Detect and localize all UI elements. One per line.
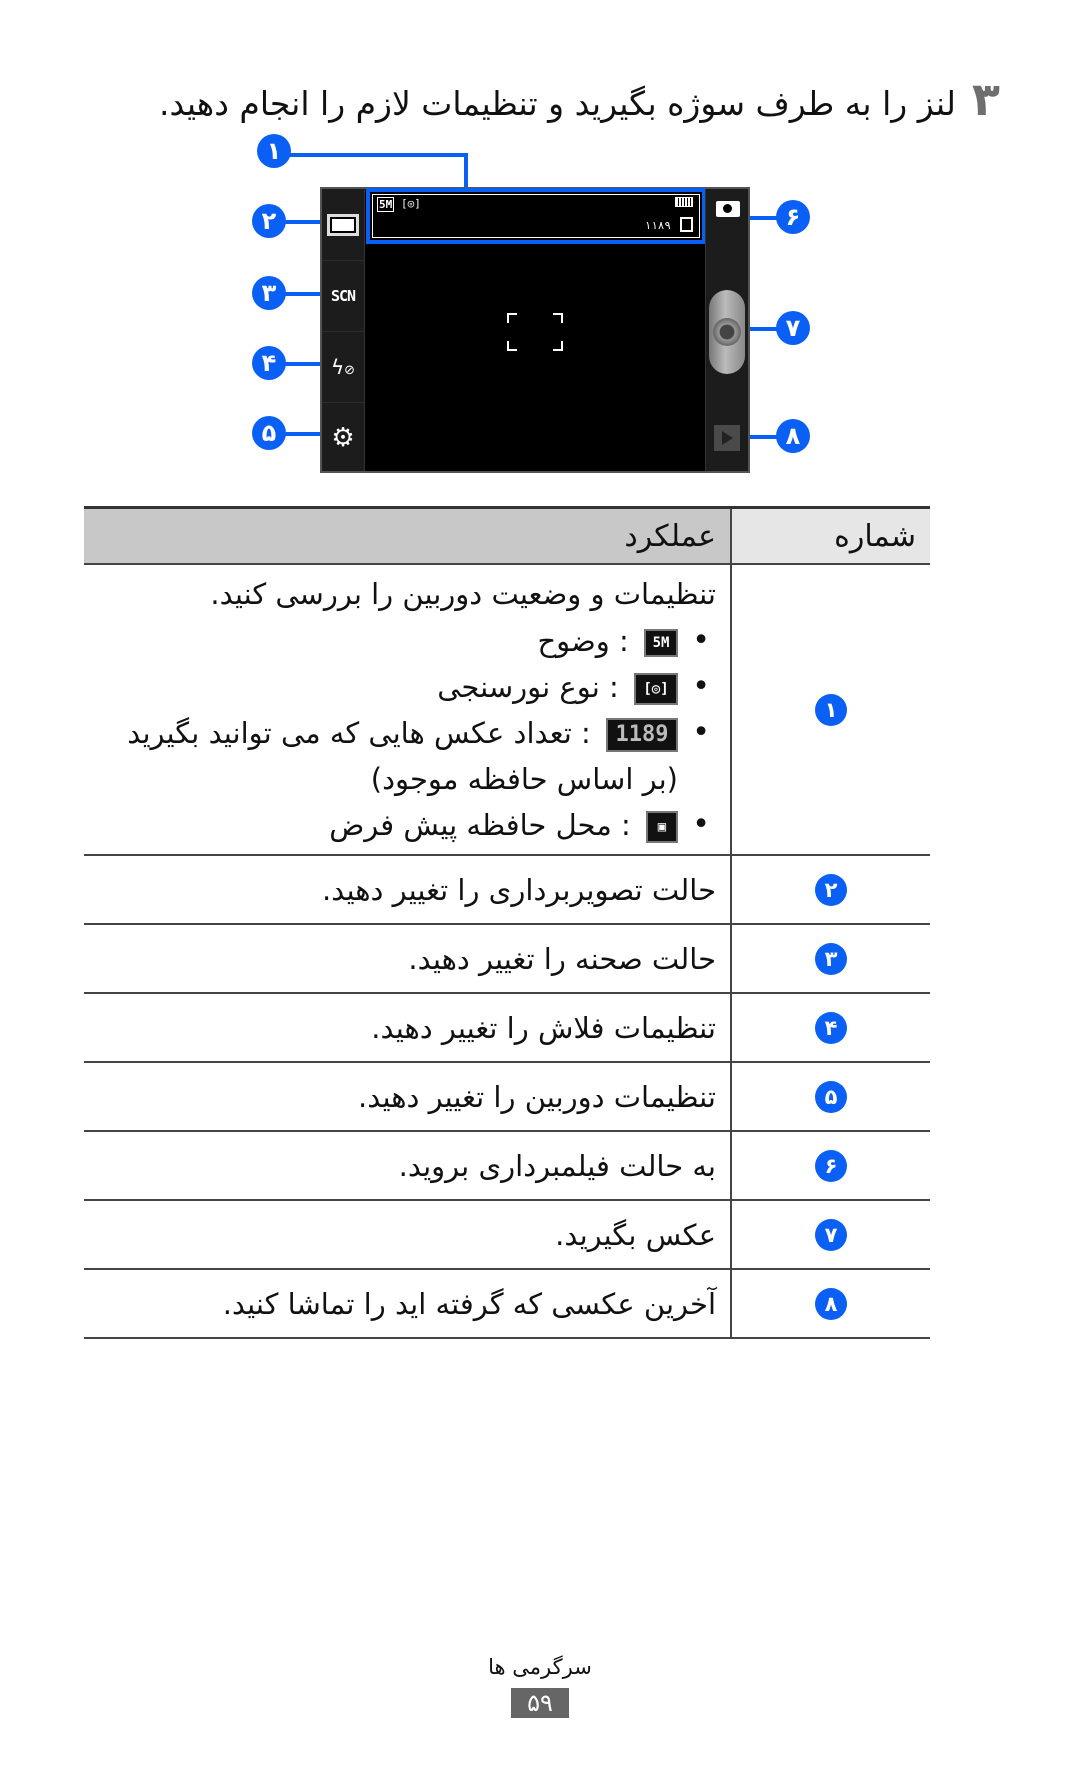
row-function-text: تنظیمات فلاش را تغییر دهید. — [371, 1010, 716, 1045]
callout-4-line — [285, 362, 325, 366]
table-row: ۴ تنظیمات فلاش را تغییر دهید. — [84, 993, 930, 1062]
bullet-text: : تعداد عکس هایی که می توانید بگیرید — [127, 716, 591, 750]
bullet-text-continuation: (بر اساس حافظه موجود) — [370, 762, 678, 796]
bullet-item: 1189 : تعداد عکس هایی که می توانید بگیری… — [94, 710, 716, 802]
table-row: ۱ تنظیمات و وضعیت دوربین را بررسی کنید. … — [84, 564, 930, 855]
callout-1-line — [290, 153, 467, 157]
callout-5: ۵ — [252, 416, 286, 450]
footer-section-title: سرگرمی ها — [488, 1655, 592, 1679]
shooting-mode-button[interactable] — [322, 189, 364, 261]
row-function-text: آخرین عکسی که گرفته اید را تماشا کنید. — [222, 1286, 716, 1321]
row-number-badge: ۱ — [815, 693, 847, 726]
table-row: ۷ عکس بگیرید. — [84, 1200, 930, 1269]
preview-button[interactable] — [714, 425, 740, 451]
focus-frame — [507, 313, 563, 351]
bullet-text: : نوع نورسنجی — [437, 670, 619, 704]
storage-icon — [680, 217, 693, 232]
row-function-text: تنظیمات دوربین را تغییر دهید. — [358, 1079, 716, 1114]
table-row: ۵ تنظیمات دوربین را تغییر دهید. — [84, 1062, 930, 1131]
bullet-text: : وضوح — [537, 624, 629, 658]
callout-2: ۲ — [252, 204, 286, 238]
flash-off-icon: ϟ⊘ — [330, 354, 356, 379]
row-function-text: حالت صحنه را تغییر دهید. — [408, 941, 716, 976]
callout-6: ۶ — [776, 200, 810, 234]
step-number: ۳ — [971, 72, 1000, 126]
callout-6-line — [745, 216, 779, 220]
callout-3: ۳ — [252, 276, 286, 310]
row-number-badge: ۷ — [815, 1218, 847, 1251]
battery-icon — [675, 197, 693, 207]
status-bullet-list: 5M : وضوح [◎] : نوع نورسنجی 1189 : تعداد… — [94, 618, 716, 848]
row-number-badge: ۵ — [815, 1080, 847, 1113]
callout-8-line — [745, 435, 779, 439]
settings-gear-icon: ⚙ — [331, 422, 355, 453]
storage-location-icon: ▣ — [646, 811, 678, 843]
camera-mode-switch[interactable] — [716, 201, 740, 217]
shutter-button-icon — [713, 318, 741, 346]
row-intro-text: تنظیمات و وضعیت دوربین را بررسی کنید. — [210, 577, 716, 611]
resolution-5m-icon: 5M — [644, 629, 678, 657]
table-row: ۳ حالت صحنه را تغییر دهید. — [84, 924, 930, 993]
callout-1-line-drop — [464, 153, 468, 189]
camera-right-toolbar — [705, 189, 748, 471]
callout-8: ۸ — [776, 419, 810, 453]
callout-4: ۴ — [252, 346, 286, 380]
table-row: ۶ به حالت فیلمبرداری بروید. — [84, 1131, 930, 1200]
callout-5-line — [285, 432, 325, 436]
scene-mode-button[interactable]: SCN — [322, 260, 364, 332]
remaining-shots-counter: ۱۱۸۹ — [644, 219, 672, 232]
camera-mode-switch-icon — [723, 204, 732, 213]
row-number-badge: ۸ — [815, 1287, 847, 1320]
table-header-row: شماره عملکرد — [84, 507, 930, 564]
callout-2-line — [285, 220, 325, 224]
play-preview-icon — [721, 431, 733, 445]
resolution-indicator: 5M — [377, 197, 395, 212]
row-function-text: حالت تصویربرداری را تغییر دهید. — [322, 872, 716, 907]
bullet-item: ▣ : محل حافظه پیش فرض — [94, 802, 716, 848]
scene-mode-icon: SCN — [330, 286, 356, 305]
row-number-badge: ۶ — [815, 1149, 847, 1182]
callout-3-line — [285, 292, 325, 296]
settings-button[interactable]: ⚙ — [322, 402, 364, 473]
header-number: شماره — [730, 507, 930, 564]
bullet-item: [◎] : نوع نورسنجی — [94, 664, 716, 710]
callout-1: ۱ — [257, 134, 291, 168]
camera-left-toolbar: SCN ϟ⊘ ⚙ — [322, 189, 365, 471]
metering-indicator: [◎] — [401, 197, 421, 210]
status-indicator-box: 5M [◎] ۱۱۸۹ — [366, 188, 706, 244]
shot-count-icon: 1189 — [606, 718, 678, 752]
step-heading: ۳ لنز را به طرف سوژه بگیرید و تنظیمات لا… — [159, 72, 1000, 126]
table-row: ۸ آخرین عکسی که گرفته اید را تماشا کنید. — [84, 1269, 930, 1338]
shooting-mode-icon — [327, 213, 359, 236]
callout-7: ۷ — [776, 311, 810, 345]
row-function-text: عکس بگیرید. — [555, 1217, 716, 1252]
header-function: عملکرد — [84, 507, 731, 564]
row-number-badge: ۳ — [815, 942, 847, 975]
row-number-badge: ۴ — [815, 1011, 847, 1044]
page-number: ۵۹ — [511, 1688, 569, 1718]
camera-preview-screen: SCN ϟ⊘ ⚙ 5M [◎] ۱۱۸۹ — [320, 187, 750, 473]
flash-button[interactable]: ϟ⊘ — [322, 331, 364, 403]
function-table: شماره عملکرد ۱ تنظیمات و وضعیت دوربین را… — [84, 506, 930, 1339]
step-text: لنز را به طرف سوژه بگیرید و تنظیمات لازم… — [159, 84, 956, 123]
table-row: ۲ حالت تصویربرداری را تغییر دهید. — [84, 855, 930, 924]
shutter-button[interactable] — [709, 290, 745, 374]
row-number-badge: ۲ — [815, 873, 847, 906]
bullet-item: 5M : وضوح — [94, 618, 716, 664]
metering-icon: [◎] — [634, 673, 678, 705]
bullet-text: : محل حافظه پیش فرض — [329, 808, 631, 842]
row-function-text: به حالت فیلمبرداری بروید. — [398, 1148, 716, 1183]
